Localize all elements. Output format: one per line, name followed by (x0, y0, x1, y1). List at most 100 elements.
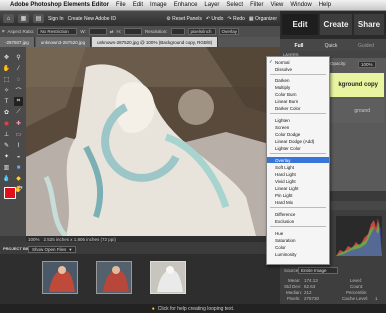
blur-tool-icon[interactable]: 💧 (2, 174, 11, 183)
subtab-guided[interactable]: Guided (350, 41, 382, 50)
undo-button[interactable]: ↶ Undo (206, 16, 224, 22)
menu-select[interactable]: Select (226, 2, 243, 8)
shape-tool-icon[interactable]: ■ (14, 163, 23, 172)
blend-mode-item-linear-burn[interactable]: Linear Burn (267, 98, 329, 104)
paint-bucket-tool-icon[interactable]: ◒ (14, 152, 23, 161)
aspect-ratio-select[interactable]: No Restriction (37, 28, 78, 35)
blend-mode-item-screen[interactable]: Screen (267, 124, 329, 130)
doc-tab[interactable]: -287507.jpg (0, 37, 35, 47)
zoom-tool-icon[interactable]: ⚲ (14, 53, 23, 62)
crop-tool-icon[interactable]: ⌗ (14, 97, 23, 106)
red-eye-tool-icon[interactable]: ◉ (2, 119, 11, 128)
hint-text[interactable]: Click for help creating looping text. (158, 306, 234, 312)
blend-mode-item-lighter-color[interactable]: Lighter Color (267, 145, 329, 151)
blend-mode-item-hard-mix[interactable]: Hard Mix (267, 199, 329, 205)
lasso-tool-icon[interactable]: ◌ (14, 75, 23, 84)
resolution-unit-select[interactable]: pixels/inch (187, 28, 216, 35)
eraser-tool-icon[interactable]: ▭ (14, 130, 23, 139)
reset-panels-button[interactable]: ⚙ Reset Panels (166, 16, 202, 22)
canvas-area[interactable] (26, 47, 280, 236)
blend-mode-item-hue[interactable]: Hue (267, 230, 329, 236)
doc-tab[interactable]: unknown3-287520.jpg (35, 37, 92, 47)
blend-mode-item-luminosity[interactable]: Luminosity (267, 251, 329, 257)
resolution-input[interactable] (170, 28, 185, 35)
redo-button[interactable]: ↷ Redo (227, 16, 245, 22)
menu-layer[interactable]: Layer (204, 2, 219, 8)
blend-mode-item-pin-light[interactable]: Pin Light (267, 192, 329, 198)
magic-wand-tool-icon[interactable]: ✧ (2, 86, 11, 95)
photoshop-icon[interactable]: ▦ (18, 14, 29, 23)
menu-window[interactable]: Window (290, 2, 311, 8)
bin-thumbnail[interactable] (96, 261, 132, 294)
eyedropper-tool-icon[interactable]: ⁄ (14, 64, 23, 73)
gradient-tool-icon[interactable]: ▥ (2, 163, 11, 172)
blend-mode-item-normal[interactable]: ✓ Normal (267, 59, 329, 65)
tab-share[interactable]: Share (354, 14, 384, 35)
blend-mode-item-linear-light[interactable]: Linear Light (267, 185, 329, 191)
blend-mode-item-darken[interactable]: Darken (267, 77, 329, 83)
blend-mode-item-soft-light[interactable]: Soft Light (267, 164, 329, 170)
cookie-cutter-tool-icon[interactable]: ✿ (2, 108, 11, 117)
width-input[interactable] (88, 28, 107, 35)
sponge-tool-icon[interactable]: ◆ (14, 174, 23, 183)
swap-colors-icon[interactable]: ⇆ (16, 183, 25, 192)
blend-mode-item-darker-color[interactable]: Darker Color (267, 105, 329, 111)
hand-tool-icon[interactable]: ✋ (2, 64, 11, 73)
type-tool-icon[interactable]: T (2, 97, 11, 106)
blend-mode-item-exclusion[interactable]: Exclusion (267, 218, 329, 224)
stat-value: 1 (375, 296, 378, 301)
opacity-input[interactable]: 100% (358, 61, 376, 68)
sign-in-link[interactable]: Sign In (48, 16, 64, 22)
clone-stamp-tool-icon[interactable]: ⊥ (2, 130, 11, 139)
menu-help[interactable]: Help (319, 2, 331, 8)
healing-brush-tool-icon[interactable]: ✚ (14, 119, 23, 128)
tab-create[interactable]: Create (320, 14, 352, 35)
doc-tab-active[interactable]: unknown-287520.jpg @ 100% (Background co… (92, 37, 219, 47)
home-icon[interactable]: ⌂ (3, 14, 14, 23)
create-id-link[interactable]: Create New Adobe ID (68, 16, 116, 22)
menu-view[interactable]: View (270, 2, 283, 8)
subtab-full[interactable]: Full (284, 41, 314, 50)
organizer-button[interactable]: ▦ Organizer (249, 16, 280, 22)
smart-brush-tool-icon[interactable]: ✦ (2, 152, 11, 161)
blend-mode-item-lighten[interactable]: Lighten (267, 117, 329, 123)
width-label: W: (80, 29, 86, 34)
height-input[interactable] (124, 28, 143, 35)
menu-image[interactable]: Image (150, 2, 167, 8)
brush-tool-icon[interactable]: ⌇ (14, 141, 23, 150)
show-open-files-select[interactable]: Show Open Files ▾ (28, 246, 76, 253)
arrange-icon[interactable]: ▤ (33, 14, 44, 23)
zoom-readout[interactable]: 100% (28, 237, 40, 242)
blend-mode-item-multiply[interactable]: Multiply (267, 84, 329, 90)
pencil-tool-icon[interactable]: ✎ (2, 141, 11, 150)
blend-mode-item-overlay[interactable]: Overlay (267, 157, 329, 163)
menu-edit[interactable]: Edit (133, 2, 143, 8)
foreground-color-swatch[interactable] (4, 187, 16, 199)
blend-mode-item-hard-light[interactable]: Hard Light (267, 171, 329, 177)
bin-thumbnail-active[interactable] (150, 261, 186, 294)
bin-thumbnail[interactable] (42, 261, 78, 294)
crop-tool-icon[interactable]: ⌗ (2, 29, 5, 34)
marquee-tool-icon[interactable]: ⬚ (2, 75, 11, 84)
tab-edit[interactable]: Edit (282, 14, 318, 35)
subtab-quick[interactable]: Quick (316, 41, 346, 50)
blend-mode-item-dissolve[interactable]: Dissolve (267, 66, 329, 72)
selection-brush-tool-icon[interactable]: ⌒ (14, 86, 23, 95)
swap-icon[interactable]: ⇄ (110, 29, 114, 35)
blend-mode-item-saturation[interactable]: Saturation (267, 237, 329, 243)
menu-enhance[interactable]: Enhance (174, 2, 198, 8)
blend-mode-item-color-burn[interactable]: Color Burn (267, 91, 329, 97)
menu-file[interactable]: File (116, 2, 126, 8)
menu-filter[interactable]: Filter (250, 2, 263, 8)
blend-mode-item-vivid-light[interactable]: Vivid Light (267, 178, 329, 184)
move-tool-icon[interactable]: ✥ (2, 53, 11, 62)
blend-mode-item-linear-dodge[interactable]: Linear Dodge (Add) (267, 138, 329, 144)
blend-mode-item-difference[interactable]: Difference (267, 211, 329, 217)
blend-mode-item-color-dodge[interactable]: Color Dodge (267, 131, 329, 137)
straighten-tool-icon[interactable]: ⟋ (14, 108, 23, 117)
overlay-select[interactable]: Overlay (218, 28, 239, 35)
blend-mode-item-color[interactable]: Color (267, 244, 329, 250)
app-name-menu[interactable]: Adobe Photoshop Elements Editor (10, 2, 109, 8)
histogram-source-select[interactable]: Entire Image (298, 267, 338, 274)
opacity-label: Opacity: (330, 61, 347, 66)
